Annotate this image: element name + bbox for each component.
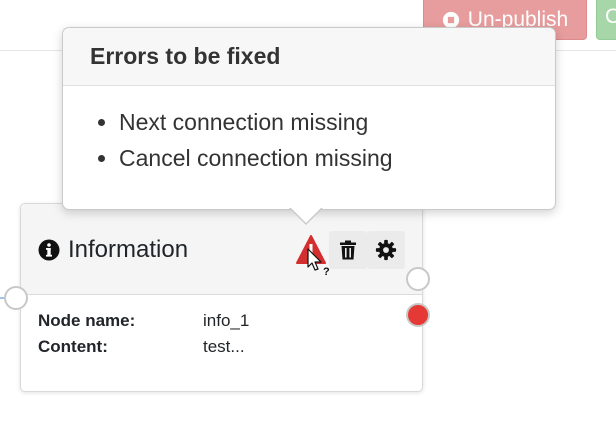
info-circle-icon: [38, 239, 60, 261]
errors-popover: Errors to be fixed Next connection missi…: [62, 27, 556, 225]
information-node[interactable]: Information ? Node name: info_1 Content:…: [20, 203, 423, 392]
node-settings-button[interactable]: [367, 231, 405, 269]
node-title: Information: [38, 236, 188, 264]
input-port[interactable]: [4, 286, 28, 310]
trash-icon: [340, 240, 356, 260]
help-cursor-icon: ?: [307, 248, 330, 276]
error-item: Cancel connection missing: [119, 140, 555, 176]
node-header[interactable]: Information ?: [21, 204, 422, 295]
cancel-output-port-error[interactable]: [406, 303, 430, 327]
property-key: Content:: [38, 337, 108, 356]
popover-arrow-fill: [290, 207, 322, 223]
delete-node-button[interactable]: [329, 231, 367, 269]
popover-body: Next connection missing Cancel connectio…: [63, 86, 555, 176]
property-value: test...: [203, 337, 245, 356]
property-key: Node name:: [38, 311, 136, 330]
property-row-content: Content: test...: [38, 334, 249, 360]
node-title-text: Information: [68, 236, 189, 263]
publish-label: C: [605, 5, 616, 28]
error-item: Next connection missing: [119, 104, 555, 140]
publish-button[interactable]: C: [596, 0, 616, 40]
next-output-port[interactable]: [406, 267, 430, 291]
gear-icon: [375, 239, 397, 261]
property-value: info_1: [203, 311, 250, 330]
node-properties: Node name: info_1 Content: test...: [38, 308, 249, 360]
svg-text:?: ?: [323, 266, 330, 276]
error-list: Next connection missing Cancel connectio…: [63, 104, 555, 176]
popover-title: Errors to be fixed: [63, 28, 555, 86]
property-row-node-name: Node name: info_1: [38, 308, 249, 334]
